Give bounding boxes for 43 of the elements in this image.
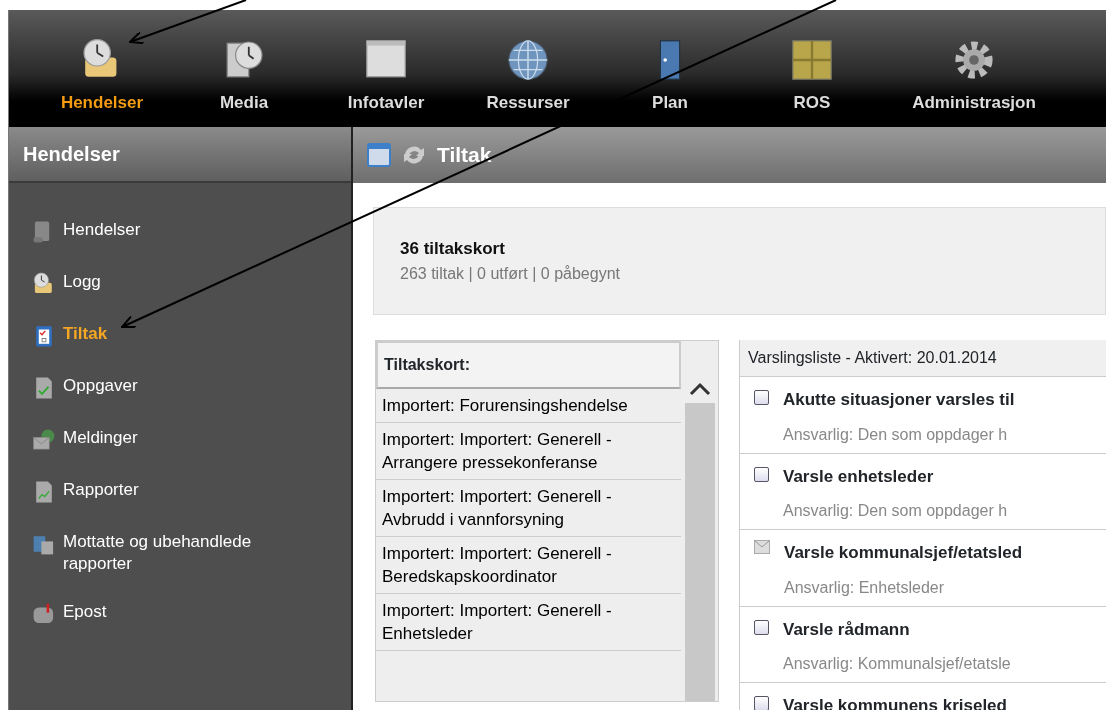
- nav-tab[interactable]: Ressurser: [457, 10, 599, 127]
- card-list-item[interactable]: Importert: Forurensingshendelse: [376, 389, 682, 423]
- sidebar-item[interactable]: Mottatte og ubehandlede rapporter: [9, 531, 351, 575]
- item-title: Varsle rådmann: [783, 618, 911, 641]
- nav-tab[interactable]: Hendelser: [31, 10, 173, 127]
- card-list-item[interactable]: Importert: Importert: Generell - Enhetsleder: [376, 594, 682, 651]
- list-heading: Varslingsliste - Aktivert: 20.01.2014: [740, 340, 1106, 377]
- envelope-globe-icon: [31, 427, 57, 453]
- responsible-text: Ansvarlig: Kommunalsjef/etatsle: [783, 654, 1011, 674]
- list-heading: Tiltakskort:: [376, 341, 682, 389]
- sidebar-item[interactable]: Rapporter: [9, 479, 351, 505]
- responsible-text: Ansvarlig: Den som oppdager h: [783, 501, 1008, 521]
- envelope-icon: [754, 540, 770, 554]
- item-title: Varsle kommunalsjef/etatsled: [784, 542, 1023, 564]
- card-list-item[interactable]: Importert: Importert: Generell - Beredskapskoordinator: [376, 537, 682, 594]
- checkbox[interactable]: [754, 466, 769, 482]
- nav-tab[interactable]: Plan: [599, 10, 741, 127]
- nav-tab[interactable]: Infotavler: [315, 10, 457, 127]
- nav-tab[interactable]: ROS: [741, 10, 883, 127]
- checkbox[interactable]: [754, 390, 769, 405]
- summary-detail: 263 tiltak | 0 utført | 0 påbegynt: [400, 263, 621, 284]
- sidebar-title: Hendelser: [9, 127, 351, 183]
- nav-tab[interactable]: Administrasjon: [883, 10, 1065, 127]
- scroll-up-icon[interactable]: [687, 381, 712, 397]
- scrollbar-thumb[interactable]: [684, 403, 715, 701]
- checkbox[interactable]: [754, 696, 769, 710]
- item-title: Varsle enhetsleder: [783, 465, 935, 488]
- summary-heading: 36 tiltakskort: [400, 238, 506, 260]
- sidebar-item[interactable]: Meldinger: [9, 427, 351, 453]
- sidebar-item[interactable]: Tiltak: [9, 323, 351, 349]
- sidebar-item[interactable]: Oppgaver: [9, 375, 351, 401]
- content-title: Tiltak: [437, 142, 492, 169]
- nav-tab[interactable]: Media: [173, 10, 315, 127]
- sidebar-item[interactable]: Logg: [9, 271, 351, 297]
- item-title: Akutte situasjoner varsles til: [783, 389, 1015, 411]
- sidebar-item[interactable]: Epost: [9, 601, 351, 627]
- card-list-item[interactable]: Importert: Importert: Generell - Avbrudd i vannforsyning: [376, 480, 682, 537]
- responsible-text: Ansvarlig: Enhetsleder: [784, 577, 946, 598]
- card-list-item[interactable]: Importert: Importert: Generell - Arrangere pressekonferanse: [376, 423, 682, 480]
- sidebar-item[interactable]: Hendelser: [9, 219, 351, 245]
- responsible-text: Ansvarlig: Den som oppdager h: [783, 424, 1009, 445]
- checkbox[interactable]: [754, 619, 769, 635]
- window-icon: [367, 143, 391, 167]
